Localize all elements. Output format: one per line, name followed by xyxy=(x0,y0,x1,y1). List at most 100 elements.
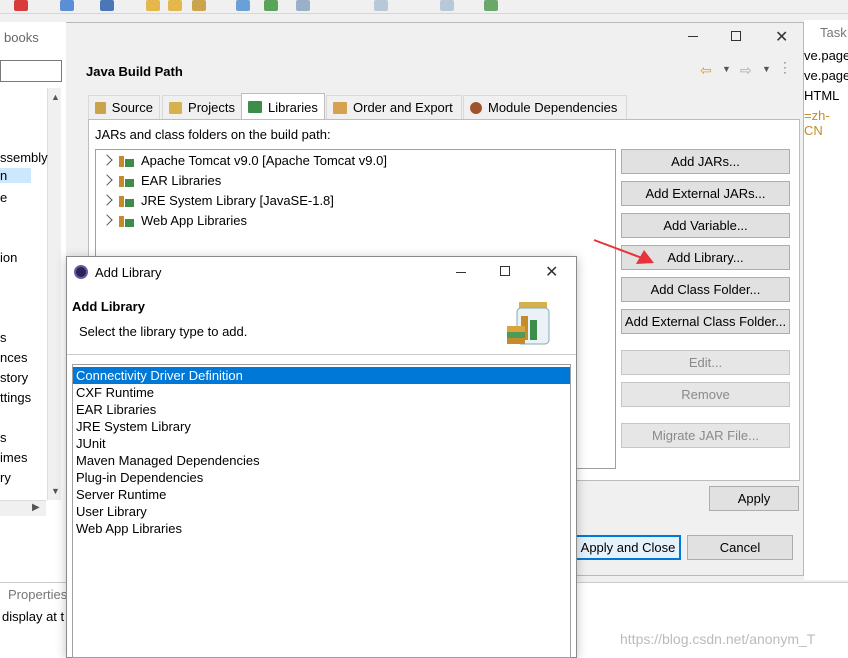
list-item[interactable]: Connectivity Driver Definition xyxy=(73,367,570,384)
add-external-jars-button[interactable]: Add External JARs... xyxy=(621,181,790,206)
tab-projects[interactable]: Projects xyxy=(162,95,242,119)
back-icon[interactable] xyxy=(374,0,388,11)
list-item[interactable]: CXF Runtime xyxy=(73,384,570,401)
search-icon[interactable] xyxy=(192,0,206,11)
nav-forward-dropdown-icon[interactable]: ▼ xyxy=(762,64,771,74)
watermark: https://blog.csdn.net/anonym_T xyxy=(620,631,816,647)
close-icon[interactable]: ✕ xyxy=(775,27,788,47)
left-item-selected[interactable]: n xyxy=(0,168,31,183)
view-menu-icon[interactable]: · · · xyxy=(783,56,787,78)
library-icon xyxy=(119,154,135,167)
next-annotation-icon[interactable] xyxy=(264,0,278,11)
projects-icon xyxy=(169,101,183,114)
debug-icon[interactable] xyxy=(60,0,74,11)
tab-libraries[interactable]: Libraries xyxy=(241,93,325,120)
tree-entry[interactable]: Apache Tomcat v9.0 [Apache Tomcat v9.0] xyxy=(101,150,387,170)
maximize-icon[interactable] xyxy=(731,31,741,41)
list-item[interactable]: JUnit xyxy=(73,435,570,452)
list-item[interactable]: Maven Managed Dependencies xyxy=(73,452,570,469)
migrate-jar-button[interactable]: Migrate JAR File... xyxy=(621,423,790,448)
nav-back-dropdown-icon[interactable]: ▼ xyxy=(722,64,731,74)
dialog-description: Select the library type to add. xyxy=(79,324,248,339)
globe-icon[interactable] xyxy=(236,0,250,11)
filter-input[interactable] xyxy=(0,60,62,82)
left-item[interactable]: e xyxy=(0,190,7,205)
tree-entry[interactable]: EAR Libraries xyxy=(101,170,221,190)
add-external-class-folder-button[interactable]: Add External Class Folder... xyxy=(621,309,790,334)
tree-entry[interactable]: Web App Libraries xyxy=(101,210,247,230)
library-icon xyxy=(119,214,135,227)
list-item[interactable]: EAR Libraries xyxy=(73,401,570,418)
left-item[interactable]: ssembly xyxy=(0,150,48,165)
left-item[interactable]: s xyxy=(0,430,7,445)
expand-icon[interactable] xyxy=(101,174,113,186)
bg-window-title: books xyxy=(4,30,39,45)
editor-line: =zh-CN xyxy=(804,108,830,138)
editor-line: ve.page xyxy=(804,68,848,83)
right-editor xyxy=(804,20,848,580)
tab-label: Projects xyxy=(188,100,235,115)
add-class-folder-button[interactable]: Add Class Folder... xyxy=(621,277,790,302)
dialog-minimize-icon[interactable] xyxy=(456,272,466,273)
left-item[interactable]: ion xyxy=(0,250,17,265)
tab-module-dependencies[interactable]: Module Dependencies xyxy=(463,95,627,119)
section-label: JARs and class folders on the build path… xyxy=(95,127,331,142)
tree-entry[interactable]: JRE System Library [JavaSE-1.8] xyxy=(101,190,334,210)
nav-back-icon[interactable]: ⇦ xyxy=(700,62,712,79)
editor-line: HTML xyxy=(804,88,840,103)
expand-icon[interactable] xyxy=(101,214,113,226)
nav-forward-icon[interactable]: ⇨ xyxy=(740,62,752,79)
properties-text: display at t xyxy=(2,609,65,624)
expand-icon[interactable] xyxy=(101,154,113,166)
prev-annotation-icon[interactable] xyxy=(296,0,310,11)
apply-and-close-button[interactable]: Apply and Close xyxy=(575,535,681,560)
list-item[interactable]: Plug-in Dependencies xyxy=(73,469,570,486)
edit-button[interactable]: Edit... xyxy=(621,350,790,375)
list-item[interactable]: Server Runtime xyxy=(73,486,570,503)
tab-label: Module Dependencies xyxy=(488,100,618,115)
order-icon xyxy=(333,101,347,114)
page-title: Java Build Path xyxy=(86,64,183,79)
minimize-icon[interactable] xyxy=(688,36,698,37)
add-jars-button[interactable]: Add JARs... xyxy=(621,149,790,174)
left-hscroll[interactable]: ▶ xyxy=(0,500,46,516)
pin-icon[interactable] xyxy=(484,0,498,11)
library-icon xyxy=(119,194,135,207)
open-folder-icon[interactable] xyxy=(168,0,182,11)
tab-label: Source xyxy=(111,100,153,115)
dialog-maximize-icon[interactable] xyxy=(500,266,510,276)
main-toolbar xyxy=(0,0,848,14)
add-variable-button[interactable]: Add Variable... xyxy=(621,213,790,238)
list-item[interactable]: JRE System Library xyxy=(73,418,570,435)
left-item[interactable]: s xyxy=(0,330,7,345)
task-tab[interactable]: Task xyxy=(820,25,847,40)
remove-button[interactable]: Remove xyxy=(621,382,790,407)
run-icon[interactable] xyxy=(14,0,28,11)
annotation-arrow xyxy=(593,239,654,264)
libraries-icon xyxy=(248,101,262,113)
eclipse-icon xyxy=(74,265,88,279)
properties-tab[interactable]: Properties xyxy=(8,587,67,602)
list-item[interactable]: Web App Libraries xyxy=(73,520,570,537)
list-item[interactable]: User Library xyxy=(73,503,570,520)
expand-icon[interactable] xyxy=(101,194,113,206)
left-item[interactable]: nces xyxy=(0,350,27,365)
left-scrollbar[interactable]: ▲ ▼ xyxy=(47,88,61,500)
forward-icon[interactable] xyxy=(440,0,454,11)
left-item[interactable]: ry xyxy=(0,470,11,485)
external-tools-icon[interactable] xyxy=(100,0,114,11)
tab-source[interactable]: Source xyxy=(88,95,160,119)
cancel-button[interactable]: Cancel xyxy=(687,535,793,560)
left-item[interactable]: ttings xyxy=(0,390,31,405)
dialog-heading: Add Library xyxy=(72,299,145,314)
left-item[interactable]: imes xyxy=(0,450,27,465)
tab-order-export[interactable]: Order and Export xyxy=(326,95,462,119)
source-icon xyxy=(95,101,106,114)
left-item[interactable]: story xyxy=(0,370,28,385)
apply-button[interactable]: Apply xyxy=(709,486,799,511)
library-jar-icon xyxy=(507,302,550,345)
new-icon[interactable] xyxy=(146,0,160,11)
library-type-list[interactable]: Connectivity Driver Definition CXF Runti… xyxy=(72,364,571,658)
dialog-title: Add Library xyxy=(95,265,162,280)
dialog-close-icon[interactable]: ✕ xyxy=(545,262,558,282)
